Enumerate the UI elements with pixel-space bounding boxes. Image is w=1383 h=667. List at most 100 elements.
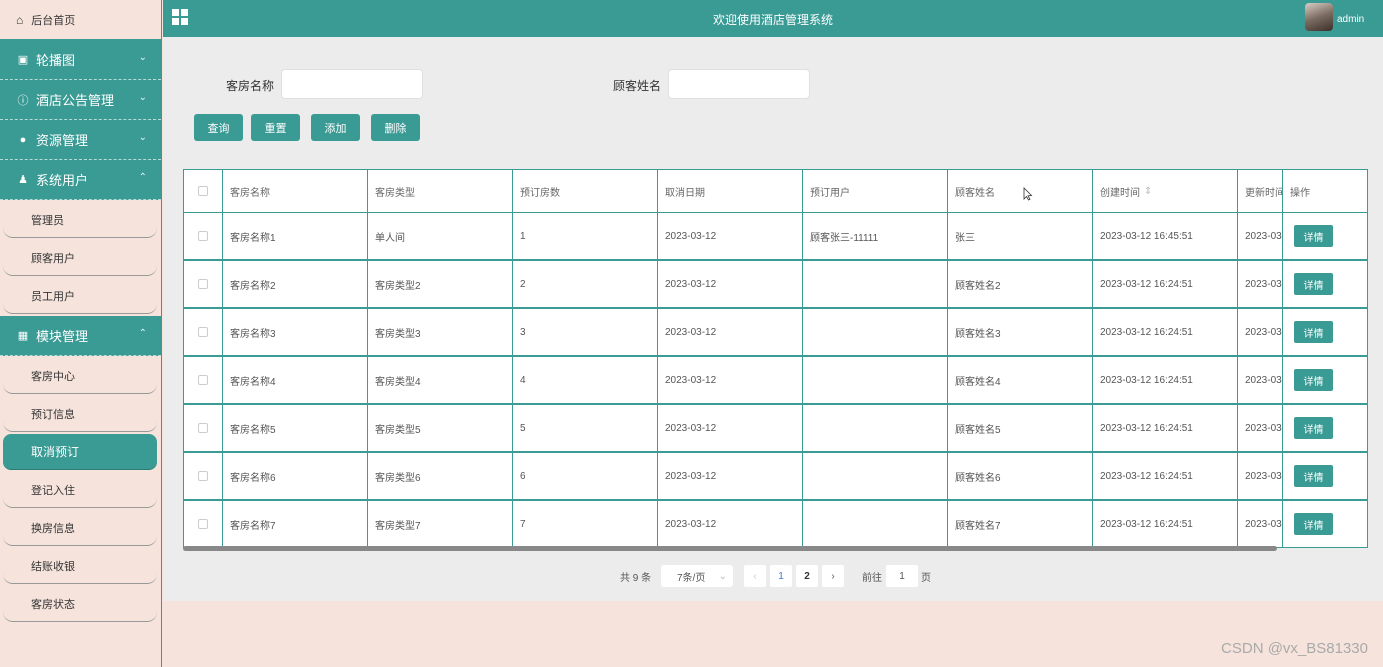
column-header: 取消日期 (657, 169, 803, 213)
row-checkbox-cell[interactable] (183, 212, 223, 260)
guest-name-input[interactable] (668, 69, 810, 99)
username[interactable]: admin (1337, 14, 1364, 25)
chevron-down-icon: ⌄ (138, 92, 147, 103)
chevron-down-icon: ⌄ (138, 132, 147, 143)
sidebar-item-home[interactable]: ⌂ 后台首页 (0, 0, 161, 40)
detail-button[interactable]: 详情 (1294, 417, 1333, 439)
footer-area (163, 601, 1383, 667)
sidebar-group-system-users[interactable]: ♟ 系统用户 ⌃ (0, 160, 161, 200)
table-cell: 客房名称1 (222, 212, 368, 260)
mouse-cursor-icon (1023, 187, 1033, 201)
table-cell: 2023-03-12 16:24:51 (1092, 260, 1238, 308)
table-cell: 顾客姓名2 (947, 260, 1093, 308)
room-name-label: 客房名称 (226, 79, 275, 93)
detail-button[interactable]: 详情 (1294, 369, 1333, 391)
sidebar-group-label: 模块管理 (36, 329, 89, 344)
pagination: 共 9 条 7条/页 ⌄ ‹ 1 2 › 前往 1 页 (163, 565, 1383, 587)
table-cell: 2023-03-12 16:24:51 (1092, 452, 1238, 500)
sidebar-item-checkout[interactable]: 结账收银 (3, 548, 157, 584)
query-button[interactable]: 查询 (194, 114, 243, 141)
sidebar-item-staff-users[interactable]: 员工用户 (3, 278, 157, 314)
row-checkbox-cell[interactable] (183, 260, 223, 308)
sidebar-item-check-in[interactable]: 登记入住 (3, 472, 157, 508)
table-cell: 7 (512, 500, 658, 548)
page-2-button[interactable]: 2 (796, 565, 818, 587)
detail-button[interactable]: 详情 (1294, 225, 1333, 247)
action-cell: 详情 (1282, 308, 1368, 356)
row-checkbox-cell[interactable] (183, 500, 223, 548)
sort-icon[interactable]: ⇕ (1144, 186, 1152, 197)
table-cell: 2023-03 (1237, 500, 1284, 548)
table-cell: 顾客姓名6 (947, 452, 1093, 500)
table-cell: 1 (512, 212, 658, 260)
sidebar-group-notice[interactable]: ⓘ 酒店公告管理 ⌄ (0, 80, 161, 120)
next-page-button[interactable]: › (822, 565, 844, 587)
goto-page-input[interactable]: 1 (886, 565, 918, 587)
table-cell: 2023-03 (1237, 308, 1284, 356)
table-cell: 2023-03-12 16:24:51 (1092, 404, 1238, 452)
table-header-row: 客房名称 客房类型 预订房数 取消日期 预订用户 顾客姓名 创建时间 ⇕ 更新时… (183, 169, 1368, 217)
table-cell: 2023-03 (1237, 260, 1284, 308)
row-checkbox[interactable] (198, 279, 208, 289)
table-cell: 2023-03-12 (657, 404, 803, 452)
reset-button[interactable]: 重置 (251, 114, 300, 141)
delete-button[interactable]: 删除 (371, 114, 420, 141)
detail-button[interactable]: 详情 (1294, 513, 1333, 535)
action-cell: 详情 (1282, 452, 1368, 500)
select-all-checkbox-cell[interactable] (183, 169, 223, 213)
prev-page-button[interactable]: ‹ (744, 565, 766, 587)
avatar[interactable] (1305, 3, 1333, 31)
sidebar-item-room-center[interactable]: 客房中心 (3, 358, 157, 394)
row-checkbox[interactable] (198, 471, 208, 481)
user-icon: ♟ (18, 174, 28, 186)
action-cell: 详情 (1282, 356, 1368, 404)
sidebar-item-room-change[interactable]: 换房信息 (3, 510, 157, 546)
table-row: 客房名称6 客房类型6 6 2023-03-12 顾客姓名6 2023-03-12 16:… (183, 452, 1368, 500)
table-cell: 2023-03-12 16:24:51 (1092, 356, 1238, 404)
room-name-input[interactable] (281, 69, 423, 99)
row-checkbox[interactable] (198, 231, 208, 241)
table-cell: 2 (512, 260, 658, 308)
column-header-created[interactable]: 创建时间 ⇕ (1092, 169, 1238, 213)
table-cell: 顾客姓名5 (947, 404, 1093, 452)
search-form: 客房名称 顾客姓名 (163, 69, 1383, 99)
page-1-button[interactable]: 1 (770, 565, 792, 587)
row-checkbox-cell[interactable] (183, 308, 223, 356)
select-all-checkbox[interactable] (198, 186, 208, 196)
table-cell: 2023-03 (1237, 404, 1284, 452)
table-cell: 顾客姓名4 (947, 356, 1093, 404)
detail-button[interactable]: 详情 (1294, 465, 1333, 487)
add-button[interactable]: 添加 (311, 114, 360, 141)
sidebar-item-admin[interactable]: 管理员 (3, 202, 157, 238)
detail-button[interactable]: 详情 (1294, 273, 1333, 295)
row-checkbox-cell[interactable] (183, 356, 223, 404)
sidebar-group-resources[interactable]: ● 资源管理 ⌄ (0, 120, 161, 160)
row-checkbox[interactable] (198, 327, 208, 337)
row-checkbox[interactable] (198, 423, 208, 433)
sidebar-group-modules[interactable]: ▦ 模块管理 ⌃ (0, 316, 161, 356)
sidebar: ⌂ 后台首页 ▣ 轮播图 ⌄ ⓘ 酒店公告管理 ⌄ ● 资源管理 ⌄ ♟ 系统用… (0, 0, 162, 667)
sidebar-group-carousel[interactable]: ▣ 轮播图 ⌄ (0, 40, 161, 80)
row-checkbox[interactable] (198, 375, 208, 385)
table-cell (802, 308, 948, 356)
row-checkbox-cell[interactable] (183, 404, 223, 452)
column-header: 操作 (1282, 169, 1368, 213)
detail-button[interactable]: 详情 (1294, 321, 1333, 343)
table-cell: 2023-03-12 16:24:51 (1092, 308, 1238, 356)
column-header: 预订房数 (512, 169, 658, 213)
sidebar-item-booking-info[interactable]: 预订信息 (3, 396, 157, 432)
row-checkbox-cell[interactable] (183, 452, 223, 500)
page-size-select[interactable]: 7条/页 ⌄ (661, 565, 733, 587)
sidebar-item-label: 后台首页 (31, 14, 76, 27)
table-cell: 2023-03-12 16:24:51 (1092, 500, 1238, 548)
sidebar-item-customer-users[interactable]: 顾客用户 (3, 240, 157, 276)
guest-name-label: 顾客姓名 (613, 79, 662, 93)
row-checkbox[interactable] (198, 519, 208, 529)
sidebar-item-cancel-booking[interactable]: 取消预订 (3, 434, 157, 470)
horizontal-scrollbar[interactable] (183, 546, 1277, 551)
sidebar-item-room-status[interactable]: 客房状态 (3, 586, 157, 622)
table-cell: 客房名称2 (222, 260, 368, 308)
table-cell: 顾客张三-11111 (802, 212, 948, 260)
table-cell: 2023-03-12 (657, 308, 803, 356)
bulb-icon: ● (19, 133, 27, 146)
